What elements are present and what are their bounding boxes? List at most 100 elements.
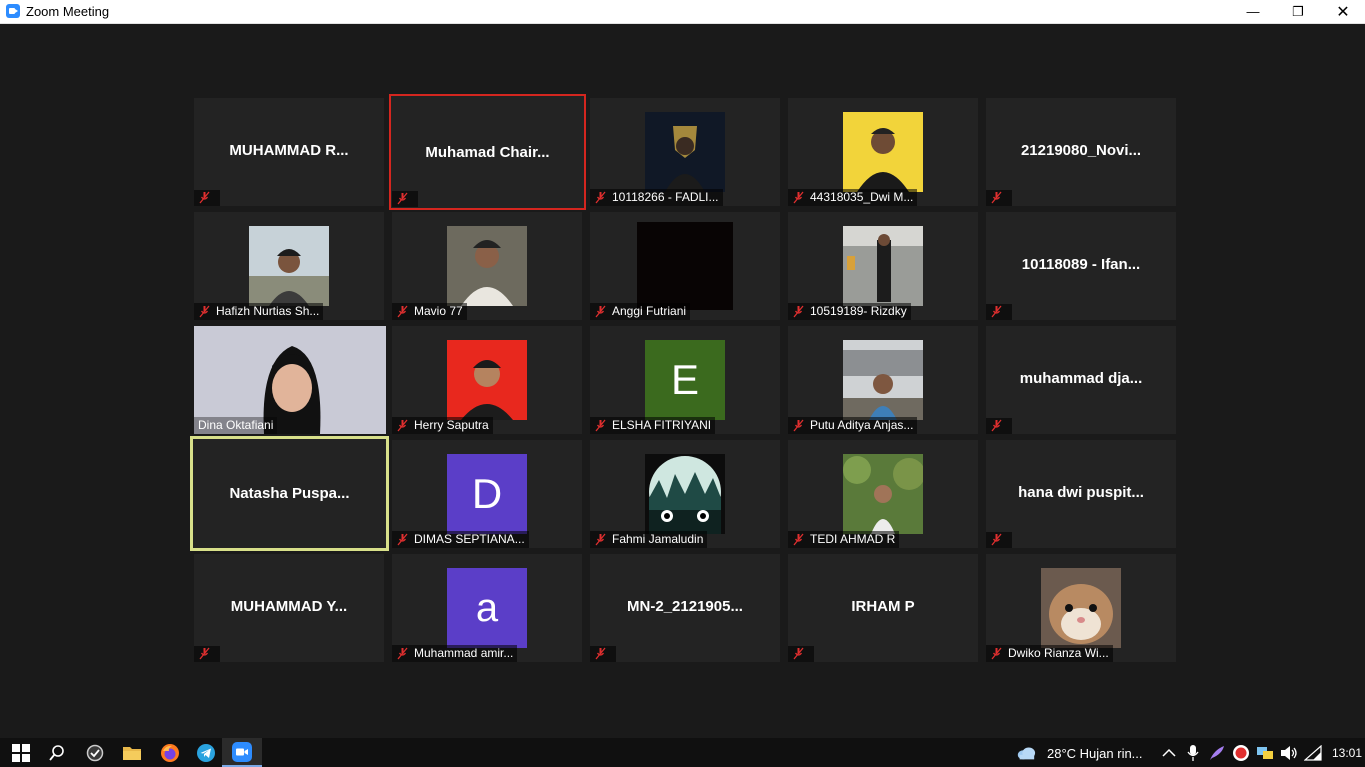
participant-tile[interactable]: Anggi Futriani [590, 212, 780, 320]
muted-mic-icon [396, 192, 409, 205]
participant-name: MUHAMMAD Y... [230, 598, 348, 615]
close-button[interactable]: ✕ [1320, 0, 1365, 23]
participant-label: 10519189- Rizdky [788, 303, 911, 320]
muted-mic-icon [396, 305, 409, 318]
muted-mic-icon [792, 419, 805, 432]
participant-tile[interactable]: 10118266 - FADLI... [590, 98, 780, 206]
muted-mic-icon [198, 647, 211, 660]
muted-mic-icon [594, 647, 607, 660]
participant-tile[interactable]: MUHAMMAD Y... [194, 554, 384, 662]
restore-button[interactable]: ❐ [1275, 0, 1321, 23]
participant-video [447, 226, 527, 306]
participant-tile[interactable]: a Muhammad amir... [392, 554, 582, 662]
participant-avatar: E [645, 340, 725, 420]
participant-tile-active[interactable]: Muhamad Chair... [389, 94, 586, 210]
participant-name: Muhamad Chair... [425, 144, 550, 161]
muted-mic-icon [990, 647, 1003, 660]
muted-mic-icon [792, 305, 805, 318]
participant-name: MN-2_2121905... [627, 598, 743, 615]
participant-tile[interactable]: MN-2_2121905... [590, 554, 780, 662]
chevron-up-icon[interactable] [1159, 743, 1179, 763]
participant-label [986, 190, 1012, 206]
wifi-icon[interactable] [1303, 743, 1323, 763]
participant-video [843, 454, 925, 534]
participant-tile[interactable]: Mavio 77 [392, 212, 582, 320]
muted-mic-icon [792, 647, 805, 660]
participant-tile-speaking[interactable]: Natasha Puspa... [190, 436, 389, 551]
weather-text[interactable]: 28°C Hujan rin... [1047, 746, 1143, 761]
participant-name: IRHAM P [851, 598, 915, 615]
weather-cloud-icon[interactable] [1016, 743, 1036, 763]
participant-tile[interactable]: MUHAMMAD R... [194, 98, 384, 206]
network-app-icon[interactable] [1255, 743, 1275, 763]
participant-video [843, 340, 923, 420]
telegram-icon[interactable] [196, 743, 216, 763]
participant-avatar: D [447, 454, 527, 534]
muted-mic-icon [594, 419, 607, 432]
participant-label: 44318035_Dwi M... [788, 189, 918, 206]
participant-name: 10118089 - Ifan... [1021, 256, 1141, 273]
participant-label: 10118266 - FADLI... [590, 189, 723, 206]
participant-tile[interactable]: muhammad dja... [986, 326, 1176, 434]
participant-label: Dwiko Rianza Wi... [986, 645, 1113, 662]
muted-mic-icon [594, 533, 607, 546]
participant-tile[interactable]: hana dwi puspit... [986, 440, 1176, 548]
muted-mic-icon [198, 191, 211, 204]
participant-tile[interactable]: E ELSHA FITRIYANI [590, 326, 780, 434]
participant-label: Putu Aditya Anjas... [788, 417, 918, 434]
muted-mic-icon [594, 191, 607, 204]
record-icon[interactable] [1231, 743, 1251, 763]
participant-tile[interactable]: TEDI AHMAD R [788, 440, 978, 548]
zoom-taskbar-button[interactable] [222, 738, 262, 767]
muted-mic-icon [990, 419, 1003, 432]
speaker-icon[interactable] [1279, 743, 1299, 763]
participant-tile[interactable]: Fahmi Jamaludin [590, 440, 780, 548]
title-bar: Zoom Meeting — ❐ ✕ [0, 0, 1365, 24]
muted-mic-icon [792, 533, 805, 546]
participant-video [249, 226, 329, 306]
participant-tile[interactable]: Dwiko Rianza Wi... [986, 554, 1176, 662]
participant-label: ELSHA FITRIYANI [590, 417, 716, 434]
participant-label [194, 646, 220, 662]
participant-tile[interactable]: IRHAM P [788, 554, 978, 662]
participant-tile[interactable]: Herry Saputra [392, 326, 582, 434]
window-title: Zoom Meeting [26, 4, 110, 19]
minimize-button[interactable]: — [1230, 0, 1276, 23]
muted-mic-icon [396, 419, 409, 432]
participant-video [843, 112, 923, 192]
participant-tile[interactable]: Hafizh Nurtias Sh... [194, 212, 384, 320]
participant-tile[interactable]: Dina Oktafiani [194, 326, 386, 434]
microphone-icon[interactable] [1183, 743, 1203, 763]
participant-label: Dina Oktafiani [194, 417, 278, 434]
muted-mic-icon [990, 305, 1003, 318]
participant-label: Muhammad amir... [392, 645, 518, 662]
firefox-icon[interactable] [160, 743, 180, 763]
muted-mic-icon [990, 191, 1003, 204]
muted-mic-icon [396, 533, 409, 546]
feather-icon[interactable] [1207, 743, 1227, 763]
participant-label: Hafizh Nurtias Sh... [194, 303, 324, 320]
participant-name: MUHAMMAD R... [229, 142, 349, 159]
search-icon[interactable] [47, 743, 67, 763]
clock[interactable]: 13:01 [1332, 746, 1362, 760]
participant-name: muhammad dja... [1019, 370, 1143, 387]
participant-label [590, 646, 616, 662]
participant-tile[interactable]: 10118089 - Ifan... [986, 212, 1176, 320]
participant-label [986, 418, 1012, 434]
muted-mic-icon [198, 305, 211, 318]
participant-tile[interactable]: Putu Aditya Anjas... [788, 326, 978, 434]
participant-tile[interactable]: 44318035_Dwi M... [788, 98, 978, 206]
muted-mic-icon [792, 191, 805, 204]
participant-tile[interactable]: 21219080_Novi... [986, 98, 1176, 206]
participant-label: DIMAS SEPTIANA... [392, 531, 529, 548]
participant-tile[interactable]: 10519189- Rizdky [788, 212, 978, 320]
participant-name: Natasha Puspa... [229, 485, 350, 502]
participant-video [645, 112, 725, 192]
participant-label: Herry Saputra [392, 417, 493, 434]
participant-tile[interactable]: D DIMAS SEPTIANA... [392, 440, 582, 548]
participant-name: 21219080_Novi... [1020, 142, 1142, 159]
start-icon[interactable] [11, 743, 31, 763]
participant-label [194, 190, 220, 206]
task-icon[interactable] [85, 743, 105, 763]
file-explorer-icon[interactable] [122, 743, 142, 763]
